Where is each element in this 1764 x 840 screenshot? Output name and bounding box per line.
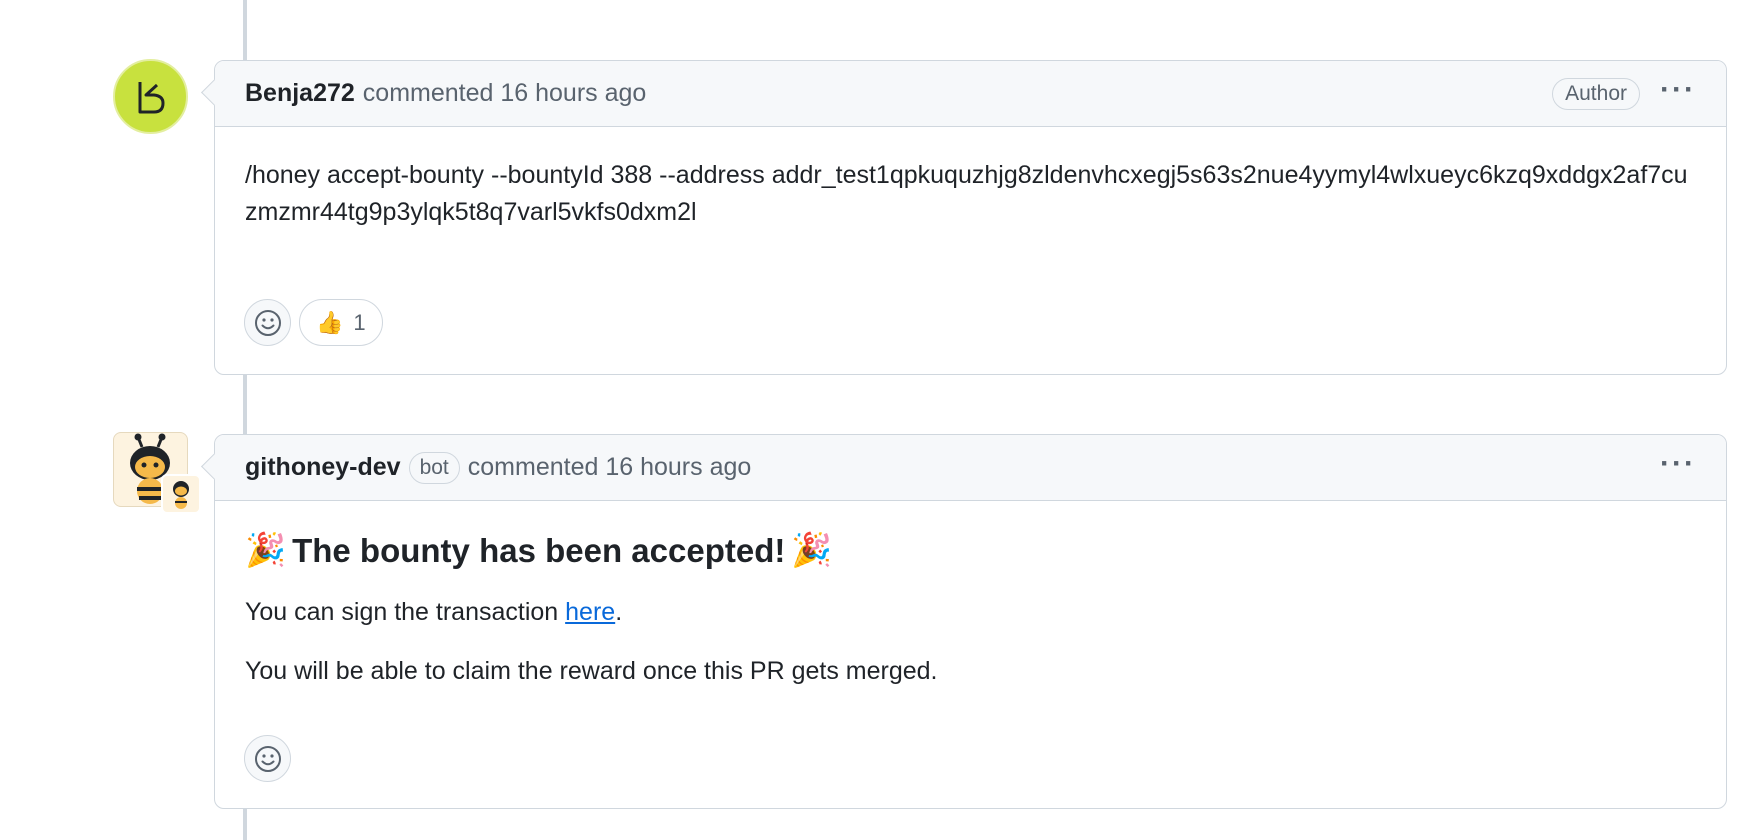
- bot-badge: bot: [408, 451, 460, 484]
- author-badge: Author: [1552, 78, 1640, 110]
- sign-paragraph: You can sign the transaction here.: [215, 598, 1726, 627]
- sign-text: You can sign the transaction: [245, 598, 566, 626]
- comment-benja272: Benja272 commented 16 hours ago Author ·…: [201, 60, 1727, 375]
- add-reaction-button[interactable]: [244, 735, 291, 782]
- comment-header: Benja272 commented 16 hours ago Author ·…: [215, 61, 1726, 127]
- heading-text: The bounty has been accepted!: [292, 531, 786, 569]
- bee-small-icon: [173, 481, 189, 509]
- bot-app-badge: [161, 474, 201, 514]
- thumbs-up-icon: 👍: [316, 309, 344, 335]
- comment-body: /honey accept-bounty --bountyId 388 --ad…: [245, 161, 1688, 226]
- avatar-benja272[interactable]: [113, 59, 188, 134]
- add-reaction-button[interactable]: [244, 299, 291, 346]
- reaction-count: 1: [353, 309, 366, 335]
- reactions-bar: [244, 735, 291, 782]
- comment-githoney-dev: githoney-dev bot commented 16 hours ago …: [201, 434, 1727, 809]
- reactions-bar: 👍 1: [244, 299, 383, 346]
- smiley-icon: [254, 745, 281, 772]
- reaction-thumbs-up[interactable]: 👍 1: [299, 299, 383, 346]
- avatar-githoney-dev[interactable]: [113, 432, 201, 514]
- comment-author[interactable]: githoney-dev: [245, 453, 401, 482]
- party-popper-icon: 🎉: [245, 531, 287, 568]
- b-logo-icon: [138, 81, 164, 113]
- more-options-icon[interactable]: ···: [1660, 73, 1696, 107]
- party-popper-icon: 🎉: [791, 531, 833, 568]
- bounty-heading: 🎉 The bounty has been accepted! 🎉: [215, 501, 1726, 570]
- comment-timestamp[interactable]: commented 16 hours ago: [468, 453, 752, 482]
- comment-timestamp[interactable]: commented 16 hours ago: [363, 79, 647, 108]
- smiley-icon: [254, 309, 281, 336]
- comment-header: githoney-dev bot commented 16 hours ago …: [215, 435, 1726, 501]
- claim-paragraph: You will be able to claim the reward onc…: [245, 657, 938, 685]
- comment-author[interactable]: Benja272: [245, 79, 355, 108]
- more-options-icon[interactable]: ···: [1660, 447, 1696, 481]
- sign-suffix: .: [615, 598, 623, 626]
- sign-transaction-link[interactable]: here: [565, 598, 615, 626]
